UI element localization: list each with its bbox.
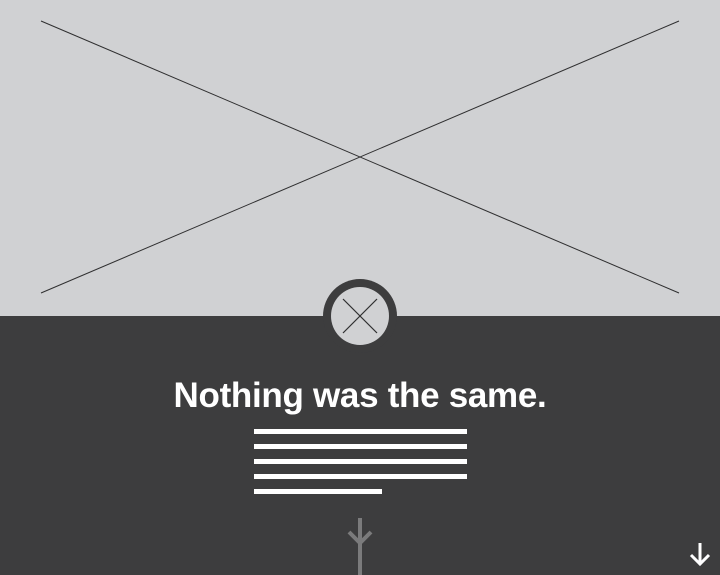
body-text-placeholder [254,429,467,504]
text-line [254,474,467,479]
image-placeholder-x-icon [40,20,680,294]
text-line [254,444,467,449]
page: Nothing was the same. [0,0,720,575]
hero-image-placeholder [0,0,720,316]
avatar [331,287,389,345]
text-line [254,429,467,434]
arrow-down-icon [689,543,711,567]
avatar-placeholder-x-icon [342,298,378,334]
text-line [254,489,382,494]
headline: Nothing was the same. [173,376,547,415]
scroll-down-button[interactable] [686,541,714,569]
arrow-down-icon [347,518,373,575]
scroll-down-indicator[interactable] [346,518,374,575]
text-line [254,459,467,464]
